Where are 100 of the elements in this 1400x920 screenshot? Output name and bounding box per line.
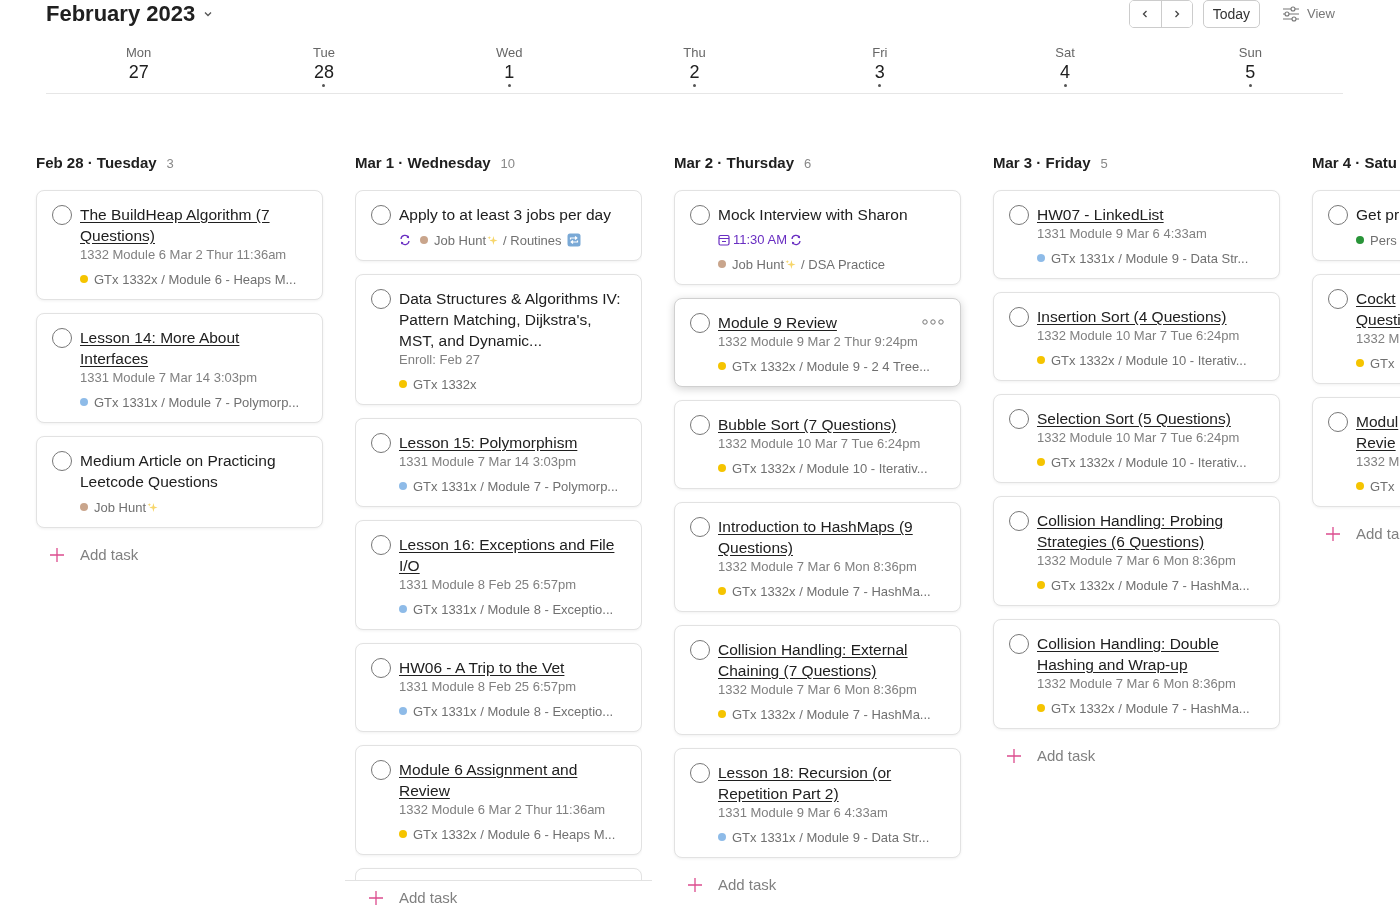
task-title: Medium Article on Practicing Leetcode Questions (80, 451, 277, 492)
project-label: GTx 1332x / Module 10 - Iterativ... (1051, 454, 1247, 470)
day-number[interactable]: 2 (689, 61, 700, 83)
project-label: Job Hunt (732, 256, 785, 272)
day-number[interactable]: 1 (504, 61, 515, 83)
task-link[interactable]: Lesson 15: Polymorphism (399, 432, 578, 453)
task-description: 1331 Module 9 Mar 6 4:33am (718, 804, 889, 822)
project-label: GTx 1331x / Module 9 - Data Str... (732, 829, 930, 845)
task-card[interactable]: Modul Revie 1332 M GTx (1312, 397, 1400, 507)
task-card[interactable]: Collision Handling: Probing Strategies (6 Questions) 1332 Module 7 Mar 6 Mon 8:36pm GTx 1332x / Module 7 - HashMa... (993, 496, 1280, 606)
add-task-button[interactable]: Add task (369, 889, 458, 906)
task-description: 1332 M (1356, 330, 1400, 348)
task-link[interactable]: Insertion Sort (4 Questions) (1037, 306, 1227, 327)
task-link[interactable]: Cockt Questi (1356, 288, 1400, 330)
day-number[interactable]: 3 (874, 61, 885, 83)
weekday-label: Wed (495, 45, 523, 61)
task-link[interactable]: Introduction to HashMaps (9 Questions) (718, 516, 944, 558)
task-card[interactable]: Insertion Sort (4 Questions) 1332 Module 10 Mar 7 Tue 6:24pm GTx 1332x / Module 10 - Iterativ... (993, 292, 1280, 381)
task-card[interactable]: Lesson 15: Polymorphism 1331 Module 7 Mar 14 3:03pm GTx 1331x / Module 7 - Polymorp... (355, 418, 642, 507)
task-card[interactable]: Cockt Questi 1332 M GTx (1312, 274, 1400, 384)
task-description: 1331 Module 9 Mar 6 4:33am (1037, 225, 1208, 243)
task-link[interactable]: Module 9 Review (718, 312, 837, 333)
task-description: 1331 Module 8 Feb 25 6:57pm (399, 678, 578, 696)
project-label: GTx 1331x / Module 8 - Exceptio... (413, 601, 614, 617)
task-title: Get pr (1356, 205, 1400, 225)
task-link[interactable]: Collision Handling: External Chaining (7 Questions) (718, 639, 944, 681)
task-description: 1332 M (1356, 453, 1400, 471)
day-number[interactable]: 4 (1060, 61, 1071, 83)
task-link[interactable]: Lesson 18: Recursion (or Repetition Part 2) (718, 762, 944, 804)
weekday-label: Fri (872, 45, 888, 61)
task-link[interactable]: HW07 - LinkedList (1037, 204, 1164, 225)
add-task-button[interactable]: Add ta (1326, 525, 1400, 542)
view-button[interactable]: View (1270, 5, 1335, 22)
add-task-button[interactable]: Add task (50, 546, 139, 563)
project-label: GTx 1331x / Module 7 - Polymorp... (94, 394, 300, 410)
section-label: / Routines (503, 232, 562, 248)
task-link[interactable]: Bubble Sort (7 Questions) (718, 414, 897, 435)
today-button[interactable]: Today (1202, 0, 1261, 28)
task-card[interactable]: Selection Sort (5 Questions) 1332 Module 10 Mar 7 Tue 6:24pm GTx 1332x / Module 10 - Iterativ... (993, 394, 1280, 483)
day-heading: Mar 1 · Wednesday (355, 154, 491, 171)
task-description: 1332 Module 7 Mar 6 Mon 8:36pm (1037, 675, 1237, 693)
task-count: 10 (500, 156, 516, 171)
project-label: GTx 1332x / Module 6 - Heaps M... (413, 826, 616, 842)
task-title: Apply to at least 3 jobs per day (399, 205, 611, 225)
task-link[interactable]: Collision Handling: Double Hashing and Wrap-up (1037, 633, 1263, 675)
task-card[interactable]: Bubble Sort (7 Questions) 1332 Module 10 Mar 7 Tue 6:24pm GTx 1332x / Module 10 - Iterativ... (674, 400, 961, 489)
task-count: 3 (166, 156, 174, 171)
project-label: GTx 1332x / Module 7 - HashMa... (732, 583, 931, 599)
task-link[interactable]: HW06 - A Trip to the Vet (399, 657, 565, 678)
weekday-label: Sun (1238, 45, 1262, 61)
task-card[interactable]: Introduction to HashMaps (9 Questions) 1332 Module 7 Mar 6 Mon 8:36pm GTx 1332x / Module 7 - HashMa... (674, 502, 961, 612)
task-link[interactable]: Modul Revie (1356, 411, 1399, 453)
task-card[interactable]: Collision Handling: Double Hashing and Wrap-up 1332 Module 7 Mar 6 Mon 8:36pm GTx 1332x / Module 7 - HashMa... (993, 619, 1280, 729)
section-label: / DSA Practice (801, 256, 885, 272)
day-heading: Mar 4 · Satu (1312, 154, 1398, 171)
task-card[interactable]: Mock Interview with Sharon 11:30 AM Job Hunt / DSA Practice (674, 190, 961, 285)
task-link[interactable]: Lesson 16: Exceptions and File I/O (399, 534, 625, 576)
task-link[interactable]: The BuildHeap Algorithm (7 Questions) (80, 204, 306, 246)
task-description: 1332 Module 7 Mar 6 Mon 8:36pm (1037, 552, 1237, 570)
task-card[interactable]: Get pr Pers (1312, 190, 1400, 261)
task-card[interactable]: Module 9 Review 1332 Module 9 Mar 2 Thur 9:24pm GTx 1332x / Module 9 - 2 4 Tree... (674, 298, 961, 387)
task-card[interactable]: Apply to at least 3 jobs per day Job Hunt / Routines (355, 190, 642, 261)
month-title: February 2023 (46, 0, 196, 27)
project-label: GTx 1332x / Module 10 - Iterativ... (1051, 352, 1247, 368)
project-label: GTx 1332x / Module 7 - HashMa... (1051, 700, 1250, 716)
weekday-label: Thu (683, 45, 706, 61)
due-time: 11:30 AM (733, 231, 787, 249)
project-label: GTx 1332x / Module 9 - 2 4 Tree... (732, 358, 930, 374)
task-card[interactable]: Lesson 16: Exceptions and File I/O 1331 Module 8 Feb 25 6:57pm GTx 1331x / Module 8 - Exceptio... (355, 520, 642, 630)
add-task-button[interactable]: Add task (688, 876, 777, 893)
task-title: Mock Interview with Sharon (718, 205, 908, 225)
task-card[interactable]: The BuildHeap Algorithm (7 Questions) 1332 Module 6 Mar 2 Thur 11:36am GTx 1332x / Module 6 - Heaps M... (36, 190, 323, 300)
project-label: GTx 1331x / Module 9 - Data Str... (1051, 250, 1249, 266)
task-card[interactable]: Lesson 14: More About Interfaces 1331 Module 7 Mar 14 3:03pm GTx 1331x / Module 7 - Polymorp... (36, 313, 323, 423)
add-task-button[interactable]: Add task (1007, 747, 1096, 764)
task-card[interactable]: Medium Article on Practicing Leetcode Questions Job Hunt (36, 436, 323, 528)
task-description: 1332 Module 7 Mar 6 Mon 8:36pm (718, 558, 918, 576)
day-number[interactable]: 5 (1245, 61, 1256, 83)
project-label: GTx 1332x / Module 10 - Iterativ... (732, 460, 928, 476)
day-heading: Mar 2 · Thursday (674, 154, 795, 171)
task-description: 1332 Module 6 Mar 2 Thur 11:36am (399, 801, 607, 819)
day-number[interactable]: 28 (313, 61, 334, 83)
task-count: 5 (1100, 156, 1108, 171)
task-card[interactable]: Lesson 18: Recursion (or Repetition Part 2) 1331 Module 9 Mar 6 4:33am GTx 1331x / Module 9 - Data Str... (674, 748, 961, 858)
task-description: 1332 Module 10 Mar 7 Tue 6:24pm (718, 435, 922, 453)
task-card[interactable]: Data Structures & Algorithms IV: Pattern Matching, Dijkstra's, MST, and Dynamic... Enroll: Feb 27 GTx 1332x (355, 274, 642, 405)
project-label: GTx 1332x (413, 376, 477, 392)
task-card[interactable]: Module 6 Assignment and Review 1332 Module 6 Mar 2 Thur 11:36am GTx 1332x / Module 6 - Heaps M... (355, 745, 642, 855)
task-card[interactable]: Collision Handling: External Chaining (7 Questions) 1332 Module 7 Mar 6 Mon 8:36pm GTx 1332x / Module 7 - HashMa... (674, 625, 961, 735)
task-card[interactable]: HW07 - LinkedList 1331 Module 9 Mar 6 4:33am GTx 1331x / Module 9 - Data Str... (993, 190, 1280, 279)
task-card[interactable]: HW06 - A Trip to the Vet 1331 Module 8 Feb 25 6:57pm GTx 1331x / Module 8 - Exceptio... (355, 643, 642, 732)
day-number[interactable]: 27 (128, 61, 149, 83)
task-link[interactable]: Collision Handling: Probing Strategies (6 Questions) (1037, 510, 1263, 552)
task-link[interactable]: Selection Sort (5 Questions) (1037, 408, 1231, 429)
task-link[interactable]: Lesson 14: More About Interfaces (80, 327, 306, 369)
task-description: 1331 Module 7 Mar 14 3:03pm (399, 453, 578, 471)
day-heading: Mar 3 · Friday (993, 154, 1091, 171)
task-description: 1332 Module 6 Mar 2 Thur 11:36am (80, 246, 288, 264)
task-link[interactable]: Module 6 Assignment and Review (399, 759, 625, 801)
weekday-label: Mon (126, 45, 152, 61)
